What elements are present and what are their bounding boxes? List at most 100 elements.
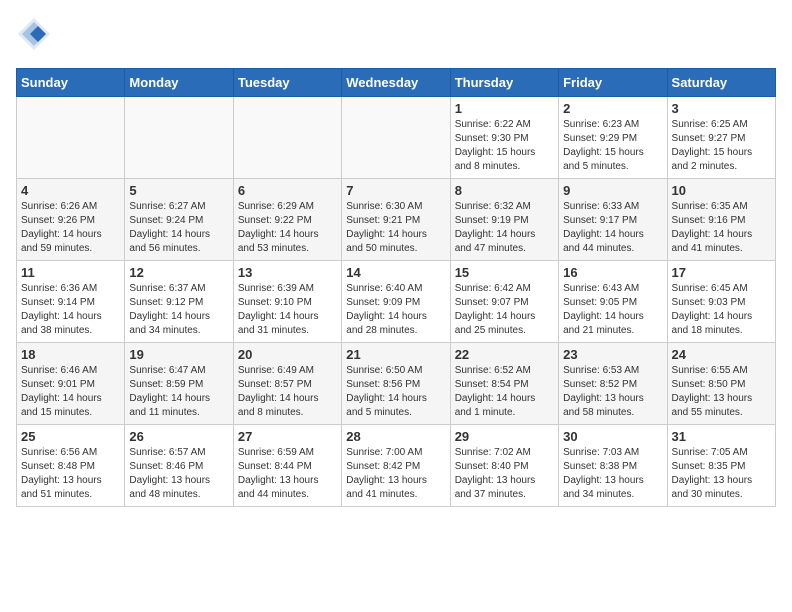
day-info: Sunrise: 6:40 AM Sunset: 9:09 PM Dayligh…: [346, 282, 445, 338]
day-number: 8: [455, 183, 554, 198]
day-number: 4: [21, 183, 120, 198]
day-number: 12: [129, 265, 228, 280]
calendar-cell: 23Sunrise: 6:53 AM Sunset: 8:52 PM Dayli…: [559, 343, 667, 425]
day-info: Sunrise: 6:45 AM Sunset: 9:03 PM Dayligh…: [672, 282, 771, 338]
day-info: Sunrise: 6:22 AM Sunset: 9:30 PM Dayligh…: [455, 118, 554, 174]
day-info: Sunrise: 7:02 AM Sunset: 8:40 PM Dayligh…: [455, 446, 554, 502]
calendar-week-row: 25Sunrise: 6:56 AM Sunset: 8:48 PM Dayli…: [17, 425, 776, 507]
calendar-week-row: 1 Sunrise: 6:22 AM Sunset: 9:30 PM Daylig…: [17, 97, 776, 179]
day-number: 14: [346, 265, 445, 280]
day-info: Sunrise: 7:00 AM Sunset: 8:42 PM Dayligh…: [346, 446, 445, 502]
calendar-table: SundayMondayTuesdayWednesdayThursdayFrid…: [16, 68, 776, 507]
logo-icon: [16, 16, 52, 52]
calendar-cell: 2 Sunrise: 6:23 AM Sunset: 9:29 PM Daylig…: [559, 97, 667, 179]
day-number: 24: [672, 347, 771, 362]
weekday-header: Wednesday: [342, 69, 450, 97]
day-number: 6: [238, 183, 337, 198]
day-number: 17: [672, 265, 771, 280]
day-number: 16: [563, 265, 662, 280]
day-info: Sunrise: 6:42 AM Sunset: 9:07 PM Dayligh…: [455, 282, 554, 338]
day-number: 7: [346, 183, 445, 198]
day-number: 20: [238, 347, 337, 362]
weekday-header: Saturday: [667, 69, 775, 97]
calendar-cell: 24 Sunrise: 6:55 AM Sunset: 8:50 PM Dayli…: [667, 343, 775, 425]
calendar-cell: 6 Sunrise: 6:29 AM Sunset: 9:22 PM Daylig…: [233, 179, 341, 261]
calendar-cell: 4 Sunrise: 6:26 AM Sunset: 9:26 PM Daylig…: [17, 179, 125, 261]
day-info: Sunrise: 6:57 AM Sunset: 8:46 PM Dayligh…: [129, 446, 228, 502]
calendar-cell: 27 Sunrise: 6:59 AM Sunset: 8:44 PM Dayli…: [233, 425, 341, 507]
calendar-cell: 17 Sunrise: 6:45 AM Sunset: 9:03 PM Dayli…: [667, 261, 775, 343]
day-number: 22: [455, 347, 554, 362]
day-number: 31: [672, 429, 771, 444]
calendar-cell: 10Sunrise: 6:35 AM Sunset: 9:16 PM Dayli…: [667, 179, 775, 261]
calendar-week-row: 11Sunrise: 6:36 AM Sunset: 9:14 PM Dayli…: [17, 261, 776, 343]
day-number: 25: [21, 429, 120, 444]
day-info: Sunrise: 6:39 AM Sunset: 9:10 PM Dayligh…: [238, 282, 337, 338]
calendar-cell: 18 Sunrise: 6:46 AM Sunset: 9:01 PM Dayli…: [17, 343, 125, 425]
day-number: 1: [455, 101, 554, 116]
day-info: Sunrise: 6:50 AM Sunset: 8:56 PM Dayligh…: [346, 364, 445, 420]
day-number: 5: [129, 183, 228, 198]
calendar-cell: 19 Sunrise: 6:47 AM Sunset: 8:59 PM Dayli…: [125, 343, 233, 425]
day-info: Sunrise: 7:03 AM Sunset: 8:38 PM Dayligh…: [563, 446, 662, 502]
day-info: Sunrise: 6:59 AM Sunset: 8:44 PM Dayligh…: [238, 446, 337, 502]
calendar-cell: 25Sunrise: 6:56 AM Sunset: 8:48 PM Dayli…: [17, 425, 125, 507]
day-info: Sunrise: 6:32 AM Sunset: 9:19 PM Dayligh…: [455, 200, 554, 256]
weekday-header: Monday: [125, 69, 233, 97]
day-info: Sunrise: 6:23 AM Sunset: 9:29 PM Dayligh…: [563, 118, 662, 174]
calendar-cell: 9 Sunrise: 6:33 AM Sunset: 9:17 PM Daylig…: [559, 179, 667, 261]
day-number: 13: [238, 265, 337, 280]
day-number: 9: [563, 183, 662, 198]
day-info: Sunrise: 6:49 AM Sunset: 8:57 PM Dayligh…: [238, 364, 337, 420]
calendar-cell: 1 Sunrise: 6:22 AM Sunset: 9:30 PM Daylig…: [450, 97, 558, 179]
day-info: Sunrise: 7:05 AM Sunset: 8:35 PM Dayligh…: [672, 446, 771, 502]
calendar-cell: 26 Sunrise: 6:57 AM Sunset: 8:46 PM Dayli…: [125, 425, 233, 507]
calendar-cell: 13 Sunrise: 6:39 AM Sunset: 9:10 PM Dayli…: [233, 261, 341, 343]
calendar-cell: 28 Sunrise: 7:00 AM Sunset: 8:42 PM Dayli…: [342, 425, 450, 507]
calendar-cell: 12 Sunrise: 6:37 AM Sunset: 9:12 PM Dayli…: [125, 261, 233, 343]
page-header: [16, 16, 776, 52]
day-info: Sunrise: 6:26 AM Sunset: 9:26 PM Dayligh…: [21, 200, 120, 256]
day-info: Sunrise: 6:46 AM Sunset: 9:01 PM Dayligh…: [21, 364, 120, 420]
day-number: 28: [346, 429, 445, 444]
calendar-week-row: 4 Sunrise: 6:26 AM Sunset: 9:26 PM Daylig…: [17, 179, 776, 261]
calendar-cell: 3 Sunrise: 6:25 AM Sunset: 9:27 PM Daylig…: [667, 97, 775, 179]
weekday-header: Friday: [559, 69, 667, 97]
day-info: Sunrise: 6:33 AM Sunset: 9:17 PM Dayligh…: [563, 200, 662, 256]
calendar-cell: 22 Sunrise: 6:52 AM Sunset: 8:54 PM Dayli…: [450, 343, 558, 425]
day-info: Sunrise: 6:53 AM Sunset: 8:52 PM Dayligh…: [563, 364, 662, 420]
calendar-cell: [125, 97, 233, 179]
day-number: 29: [455, 429, 554, 444]
day-info: Sunrise: 6:47 AM Sunset: 8:59 PM Dayligh…: [129, 364, 228, 420]
calendar-cell: 11Sunrise: 6:36 AM Sunset: 9:14 PM Dayli…: [17, 261, 125, 343]
calendar-cell: 15 Sunrise: 6:42 AM Sunset: 9:07 PM Dayli…: [450, 261, 558, 343]
calendar-cell: [17, 97, 125, 179]
calendar-week-row: 18 Sunrise: 6:46 AM Sunset: 9:01 PM Dayli…: [17, 343, 776, 425]
day-number: 30: [563, 429, 662, 444]
weekday-header-row: SundayMondayTuesdayWednesdayThursdayFrid…: [17, 69, 776, 97]
calendar-cell: 31 Sunrise: 7:05 AM Sunset: 8:35 PM Dayli…: [667, 425, 775, 507]
day-info: Sunrise: 6:35 AM Sunset: 9:16 PM Dayligh…: [672, 200, 771, 256]
calendar-cell: [342, 97, 450, 179]
day-info: Sunrise: 6:27 AM Sunset: 9:24 PM Dayligh…: [129, 200, 228, 256]
day-number: 26: [129, 429, 228, 444]
day-info: Sunrise: 6:37 AM Sunset: 9:12 PM Dayligh…: [129, 282, 228, 338]
day-info: Sunrise: 6:52 AM Sunset: 8:54 PM Dayligh…: [455, 364, 554, 420]
calendar-cell: 16Sunrise: 6:43 AM Sunset: 9:05 PM Dayli…: [559, 261, 667, 343]
weekday-header: Sunday: [17, 69, 125, 97]
day-info: Sunrise: 6:30 AM Sunset: 9:21 PM Dayligh…: [346, 200, 445, 256]
day-info: Sunrise: 6:36 AM Sunset: 9:14 PM Dayligh…: [21, 282, 120, 338]
day-info: Sunrise: 6:29 AM Sunset: 9:22 PM Dayligh…: [238, 200, 337, 256]
day-number: 2: [563, 101, 662, 116]
weekday-header: Thursday: [450, 69, 558, 97]
day-number: 15: [455, 265, 554, 280]
day-number: 19: [129, 347, 228, 362]
day-info: Sunrise: 6:55 AM Sunset: 8:50 PM Dayligh…: [672, 364, 771, 420]
day-number: 27: [238, 429, 337, 444]
calendar-cell: 14 Sunrise: 6:40 AM Sunset: 9:09 PM Dayli…: [342, 261, 450, 343]
logo: [16, 16, 56, 52]
day-info: Sunrise: 6:25 AM Sunset: 9:27 PM Dayligh…: [672, 118, 771, 174]
day-number: 3: [672, 101, 771, 116]
day-number: 18: [21, 347, 120, 362]
day-number: 21: [346, 347, 445, 362]
